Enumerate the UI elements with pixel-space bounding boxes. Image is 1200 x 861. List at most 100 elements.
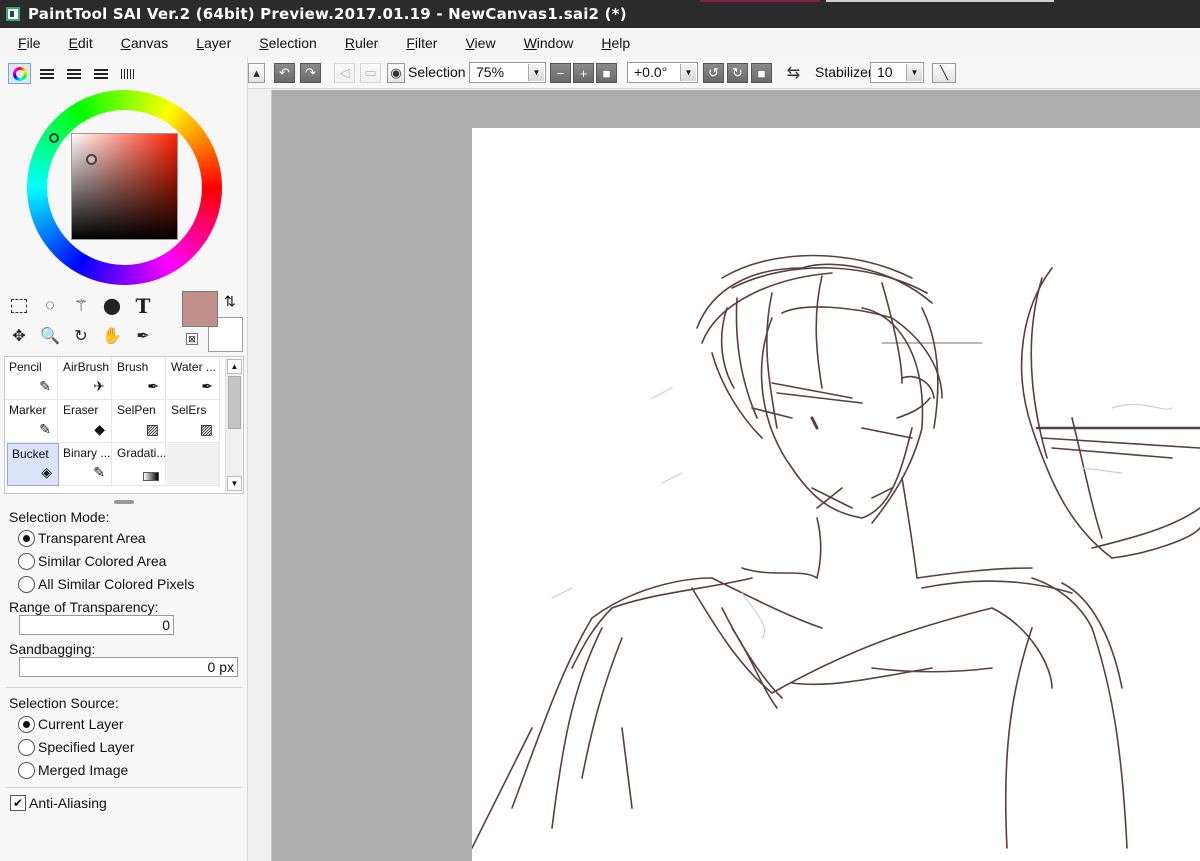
- divider: [6, 687, 242, 688]
- brush-marker[interactable]: Marker ✎: [5, 400, 58, 443]
- radio-all-similar-colored-pixels[interactable]: All Similar Colored Pixels: [18, 573, 194, 595]
- scratchpad-tab[interactable]: [116, 63, 139, 84]
- transparent-color-icon[interactable]: ⊠: [186, 333, 198, 345]
- sliders-icon: [39, 68, 54, 79]
- radio-similar-colored-area[interactable]: Similar Colored Area: [18, 550, 166, 572]
- rotation-combo[interactable]: +0.0° ▼: [627, 62, 698, 83]
- collapse-panel-button[interactable]: ▴: [248, 63, 265, 83]
- zoom-reset-button[interactable]: ■: [596, 63, 617, 83]
- menu-canvas[interactable]: Canvas: [113, 35, 176, 51]
- brush-selers[interactable]: SelErs ▨: [167, 400, 220, 443]
- canvas-toolbar: ▴ ↶ ↷ ◁ ▭ ◉ Selection 75% ▼ − + ■ +0.0° ▼ …: [248, 57, 1200, 89]
- radio-dot[interactable]: [18, 552, 35, 570]
- saturation-value-square[interactable]: [71, 133, 178, 240]
- check-icon[interactable]: ✔: [10, 795, 26, 811]
- rotation-reset-button[interactable]: ■: [751, 63, 772, 83]
- lasso-icon[interactable]: ◌: [37, 293, 63, 319]
- menu-bar: File Edit Canvas Layer Selection Ruler F…: [0, 28, 1200, 57]
- color-wheel-tab[interactable]: [8, 63, 31, 84]
- radio-current-layer[interactable]: Current Layer: [18, 713, 124, 735]
- anti-aliasing-checkbox[interactable]: ✔ Anti-Aliasing: [10, 795, 107, 811]
- radio-label: Similar Colored Area: [38, 553, 167, 569]
- brush-water[interactable]: Water ... ✒: [167, 357, 220, 400]
- rotate-right-button[interactable]: ↻: [727, 63, 748, 83]
- menu-view[interactable]: View: [457, 35, 503, 51]
- sv-marker[interactable]: [86, 154, 97, 165]
- menu-edit[interactable]: Edit: [61, 35, 101, 51]
- brush-gradation[interactable]: Gradati...: [113, 443, 166, 486]
- swatches-tab[interactable]: [89, 63, 112, 84]
- selpen-icon: ▨: [145, 421, 159, 437]
- brush-selpen[interactable]: SelPen ▨: [113, 400, 166, 443]
- menu-layer[interactable]: Layer: [188, 35, 239, 51]
- radio-dot[interactable]: [18, 529, 35, 547]
- hue-marker[interactable]: [49, 133, 59, 143]
- brush-pencil[interactable]: Pencil ✎: [5, 357, 58, 400]
- rect-select-icon[interactable]: [6, 293, 32, 319]
- stabilizer-label: Stabilizer: [815, 64, 873, 80]
- range-of-transparency-field[interactable]: 0: [19, 615, 174, 635]
- brush-airbrush[interactable]: AirBrush ✈: [59, 357, 112, 400]
- radio-dot[interactable]: [18, 738, 35, 756]
- menu-selection[interactable]: Selection: [251, 35, 325, 51]
- drawing-canvas[interactable]: [472, 128, 1200, 861]
- chevron-down-icon[interactable]: ▼: [528, 64, 544, 81]
- canvas-side-strip: [248, 90, 272, 861]
- shape-icon[interactable]: ⬤: [99, 293, 125, 319]
- radio-transparent-area[interactable]: Transparent Area: [18, 527, 146, 549]
- zoom-in-button[interactable]: +: [573, 63, 594, 83]
- radio-dot[interactable]: [18, 715, 35, 733]
- zoom-out-button[interactable]: −: [550, 63, 571, 83]
- bucket-icon: ◈: [41, 464, 52, 480]
- menu-help[interactable]: Help: [593, 35, 638, 51]
- zoom-value: 75%: [476, 64, 505, 80]
- magic-wand-icon[interactable]: ⚚: [68, 293, 94, 319]
- brush-scrollbar[interactable]: ▲ ▼: [225, 358, 242, 492]
- flip-horizontal-icon[interactable]: ⇆: [783, 63, 804, 83]
- radio-dot[interactable]: [18, 761, 35, 779]
- brush-eraser[interactable]: Eraser ◆: [59, 400, 112, 443]
- canvas-viewport[interactable]: [272, 90, 1200, 861]
- zoom-icon[interactable]: 🔍: [37, 323, 63, 349]
- move-icon[interactable]: ✥: [6, 323, 32, 349]
- chevron-down-icon[interactable]: ▼: [906, 64, 922, 81]
- text-tool-icon[interactable]: T: [130, 293, 156, 319]
- pen-pressure-line-icon[interactable]: ╲: [932, 63, 956, 83]
- radio-specified-layer[interactable]: Specified Layer: [18, 736, 135, 758]
- deselect-button[interactable]: ◁: [334, 63, 355, 83]
- rotate-icon[interactable]: ↻: [68, 323, 94, 349]
- stabilizer-combo[interactable]: 10 ▼: [870, 62, 924, 83]
- radio-dot[interactable]: [18, 575, 35, 593]
- rotate-left-button[interactable]: ↺: [703, 63, 724, 83]
- brush-binary-pen[interactable]: Binary ... ✎: [59, 443, 112, 486]
- sandbagging-field[interactable]: 0 px: [19, 657, 238, 677]
- selection-source-label: Selection Source:: [9, 695, 119, 711]
- zoom-combo[interactable]: 75% ▼: [469, 62, 546, 83]
- hsv-sliders-tab[interactable]: [62, 63, 85, 84]
- rgb-sliders-tab[interactable]: [35, 63, 58, 84]
- color-wheel-icon: [12, 66, 27, 81]
- redo-button[interactable]: ↷: [300, 63, 321, 83]
- brush-empty-slot[interactable]: [167, 443, 220, 486]
- scroll-thumb[interactable]: [228, 376, 241, 429]
- menu-window[interactable]: Window: [516, 35, 582, 51]
- foreground-color-swatch[interactable]: [182, 291, 218, 327]
- select-all-button[interactable]: ▭: [360, 63, 381, 83]
- chevron-down-icon[interactable]: ▼: [680, 64, 696, 81]
- panel-resize-grip[interactable]: [114, 500, 134, 504]
- menu-ruler[interactable]: Ruler: [337, 35, 386, 51]
- brush-brush[interactable]: Brush ✒: [113, 357, 166, 400]
- eyedropper-icon[interactable]: ✒: [130, 323, 156, 349]
- undo-button[interactable]: ↶: [274, 63, 295, 83]
- brush-bucket[interactable]: Bucket ◈: [7, 443, 59, 486]
- eye-icon[interactable]: ◉: [387, 63, 405, 83]
- radio-merged-image[interactable]: Merged Image: [18, 759, 128, 781]
- menu-file[interactable]: File: [10, 35, 49, 51]
- divider: [6, 787, 242, 788]
- menu-filter[interactable]: Filter: [398, 35, 445, 51]
- scroll-up-icon[interactable]: ▲: [227, 359, 242, 374]
- scroll-down-icon[interactable]: ▼: [227, 476, 242, 491]
- range-label: Range of Transparency:: [9, 599, 159, 615]
- hand-icon[interactable]: ✋: [99, 323, 125, 349]
- swap-colors-icon[interactable]: ⇅: [224, 293, 236, 310]
